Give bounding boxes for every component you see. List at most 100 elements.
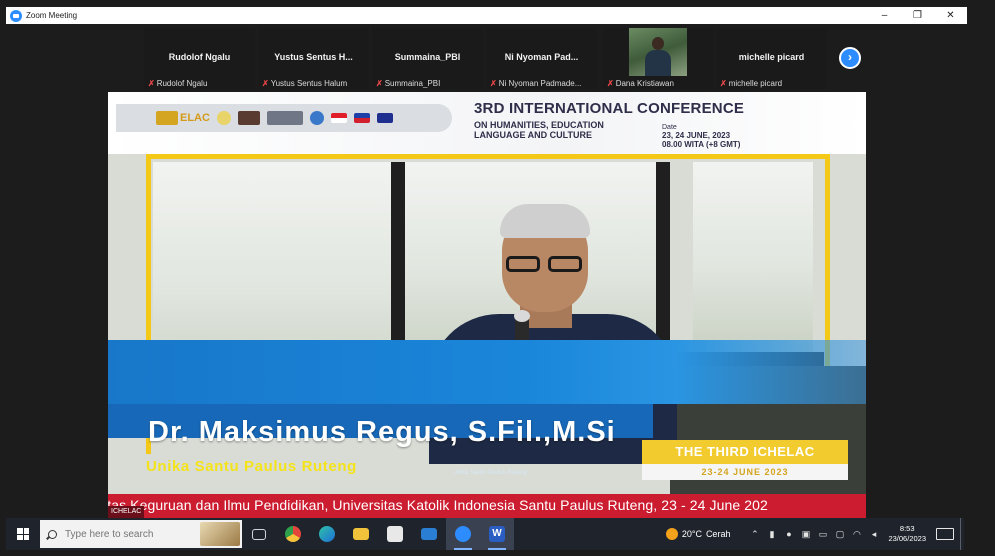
chrome-button[interactable] [276,518,310,550]
participant-name: Ni Nyoman Pad... [504,52,579,62]
affiliation-small: Unika Santu Paulus Ruteng [453,470,527,476]
philippines-flag-icon [353,113,370,123]
word-taskbar-button[interactable]: W [480,518,514,550]
taskbar-search[interactable] [40,520,242,548]
app-tray-icon[interactable]: ▣ [799,529,812,540]
zoom-logo-icon [10,9,22,22]
wifi-icon[interactable]: ◠ [850,529,863,540]
folder-icon [353,528,369,540]
title-bar: Zoom Meeting ‒ ❐ ✕ [6,7,967,24]
system-tray: 20°C Cerah ⌃ ▮ ● ▣ ▭ ▢ ◠ ◂ 8:53 23/06/20… [665,518,964,550]
mic-muted-icon: ✗ [490,79,497,88]
participant-label: Dana Kristiawan [615,79,674,88]
weather-temperature: 20°C [681,529,702,539]
participant-name: Yustus Sentus H... [274,52,353,62]
participant-video-thumbnail [629,28,687,76]
window-title: Zoom Meeting [26,11,78,20]
participant-label: Yustus Sentus Halum [270,79,348,88]
participant-tile[interactable]: Summaina_PBI ✗ Summaina_PBI [372,28,483,89]
ticker-text: ltas Keguruan dan Ilmu Pendidikan, Unive… [108,497,768,513]
speaker-name: Dr. Maksimus Regus, S.Fil.,M.Si [148,416,616,448]
minimize-button[interactable]: ‒ [868,7,901,24]
event-badge: THE THIRD ICHELAC [642,440,848,464]
zoom-meeting-screen: Zoom Meeting ‒ ❐ ✕ Rudolof Ngalu ✗ Rudolo… [0,0,995,556]
participant-tile[interactable]: Ni Nyoman Pad... ✗ Ni Nyoman Padmade... [486,28,597,89]
participant-tile[interactable]: michelle picard ✗ michelle picard [716,28,827,89]
edge-button[interactable] [310,518,344,550]
clock-date: 23/06/2023 [888,534,926,543]
restore-button[interactable]: ❐ [901,7,934,24]
show-desktop-button[interactable] [960,518,964,550]
mic-muted-icon: ✗ [376,79,383,88]
ichelac-logo-icon [156,111,178,125]
next-participants-button[interactable]: › [839,47,861,69]
word-icon: W [489,526,505,542]
mic-muted-icon: ✗ [262,79,269,88]
partner-logo-icon [237,111,260,125]
window-controls: ‒ ❐ ✕ [868,7,967,24]
indonesia-flag-icon [330,113,347,123]
display-icon[interactable]: ▢ [833,529,846,540]
task-view-icon [252,528,266,540]
sponsor-logos: ELAC [116,104,452,132]
participant-tile[interactable]: Rudolof Ngalu ✗ Rudolof Ngalu [144,28,255,89]
participant-tile-video[interactable]: ✗ Dana Kristiawan [603,28,714,89]
zoom-icon [455,526,471,542]
edge-icon [319,526,335,542]
participant-label: michelle picard [728,79,783,88]
australia-flag-icon [376,113,393,123]
chevron-right-icon: › [848,50,852,64]
close-button[interactable]: ✕ [934,7,967,24]
search-icon [48,529,57,539]
microphone-tray-icon[interactable]: ● [782,529,795,539]
search-input[interactable] [65,528,195,540]
chrome-icon [285,526,301,542]
volume-icon[interactable]: ◂ [867,529,880,540]
weather-condition: Cerah [705,529,731,539]
battery-icon[interactable]: ▭ [816,529,829,540]
university-seal-icon [216,111,231,125]
lower-third-band [108,340,866,404]
participant-strip: Rudolof Ngalu ✗ Rudolof Ngalu Yustus Sent… [0,24,995,92]
mail-icon [421,528,437,540]
ichelac-tag: ICHELAC [108,506,145,518]
windows-taskbar: W 20°C Cerah ⌃ ▮ ● ▣ ▭ ▢ ◠ ◂ 8:53 23/06/… [6,518,964,550]
chevron-up-icon[interactable]: ⌃ [748,529,761,540]
weather-widget[interactable]: 20°C Cerah [665,528,731,540]
shared-video: ELAC 3RD INTERNATIONAL CONFERENCE ON HUM… [108,92,866,518]
date-value: 23, 24 JUNE, 2023 [662,131,731,140]
conference-banner: ELAC 3RD INTERNATIONAL CONFERENCE ON HUM… [108,92,866,154]
zoom-taskbar-button[interactable] [446,518,480,550]
sun-icon [665,528,678,540]
conference-subtitle: ON HUMANITIES, EDUCATION LANGUAGE AND CU… [474,120,604,140]
task-view-button[interactable] [242,518,276,550]
participant-name: Summaina_PBI [394,52,461,62]
participant-label: Ni Nyoman Padmade... [498,79,582,88]
clock[interactable]: 8:53 23/06/2023 [888,524,926,544]
clock-time: 8:53 [899,524,915,533]
mail-button[interactable] [412,518,446,550]
participant-label: Summaina_PBI [384,79,441,88]
time-value: 08.00 WITA (+8 GMT) [662,140,741,149]
event-dates: 23-24 JUNE 2023 [642,464,848,480]
participant-tile[interactable]: Yustus Sentus H... ✗ Yustus Sentus Halum [258,28,369,89]
participant-name: Rudolof Ngalu [168,52,231,62]
conference-title: 3RD INTERNATIONAL CONFERENCE [474,100,745,117]
start-button[interactable] [6,518,40,550]
participant-name: michelle picard [738,52,805,62]
file-explorer-button[interactable] [344,518,378,550]
store-icon [387,526,403,542]
store-button[interactable] [378,518,412,550]
search-highlight-image [200,522,240,546]
mic-muted-icon: ✗ [148,79,155,88]
kampus-merdeka-logo-icon [266,111,303,125]
mic-muted-icon: ✗ [607,79,614,88]
ministry-logo-icon [309,111,324,125]
participant-label: Rudolof Ngalu [156,79,208,88]
conference-date-block: Date 23, 24 JUNE, 2023 08.00 WITA (+8 GM… [662,124,740,150]
speaker-affiliation: Unika Santu Paulus Ruteng [146,458,357,475]
window-right [693,162,813,352]
notification-icon[interactable] [936,528,954,540]
mic-muted-icon: ✗ [720,79,727,88]
network-icon[interactable]: ▮ [765,529,778,540]
